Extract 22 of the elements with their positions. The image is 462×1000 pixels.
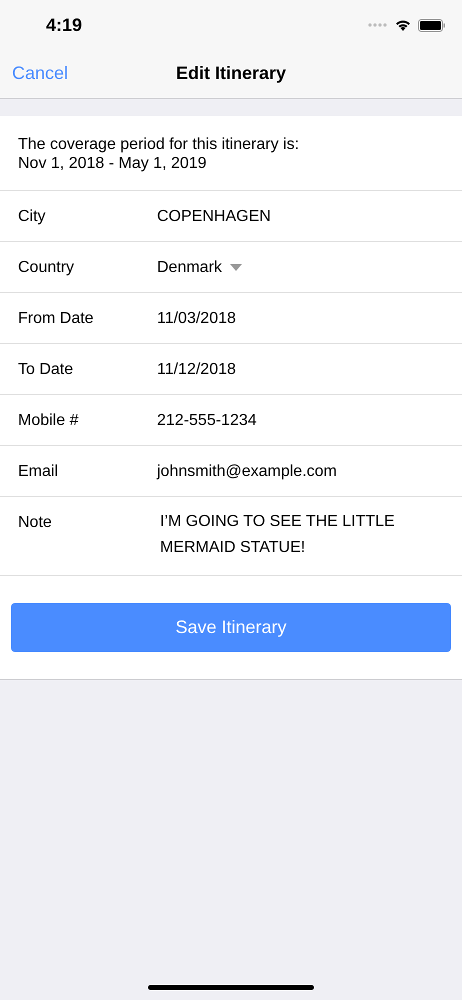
input-field[interactable]: 11/12/2018	[157, 344, 236, 379]
field-label: Email	[18, 462, 60, 481]
input-field[interactable]: johnsmith@example.com	[157, 446, 337, 481]
wifi-icon	[395, 19, 411, 31]
input-field[interactable]: 11/03/2018	[157, 293, 236, 328]
caret-icon	[230, 264, 242, 271]
note-field[interactable]: I’M GOING TO SEE THE LITTLE MERMAID STATUE!	[157, 493, 410, 575]
field-label: Note	[18, 513, 53, 532]
field-label: Country	[18, 258, 76, 277]
field-label: Mobile #	[18, 411, 80, 430]
coverage-period: Nov 1, 2018 - May 1, 2019	[18, 154, 207, 173]
field-label: From Date	[18, 309, 95, 328]
input-field[interactable]: COPENHAGEN	[157, 191, 271, 226]
dropdown-field[interactable]: Denmark	[157, 242, 242, 277]
battery-icon	[418, 18, 446, 32]
coverage-text: The coverage period for this itinerary is:	[18, 135, 300, 154]
status-time: 4:19	[46, 14, 84, 36]
field-label: City	[18, 207, 47, 226]
screen-title: Edit Itinerary	[176, 63, 286, 84]
signal-icon	[368, 23, 388, 27]
field-label: To Date	[18, 360, 74, 379]
input-field[interactable]: 212-555-1234	[157, 395, 257, 430]
